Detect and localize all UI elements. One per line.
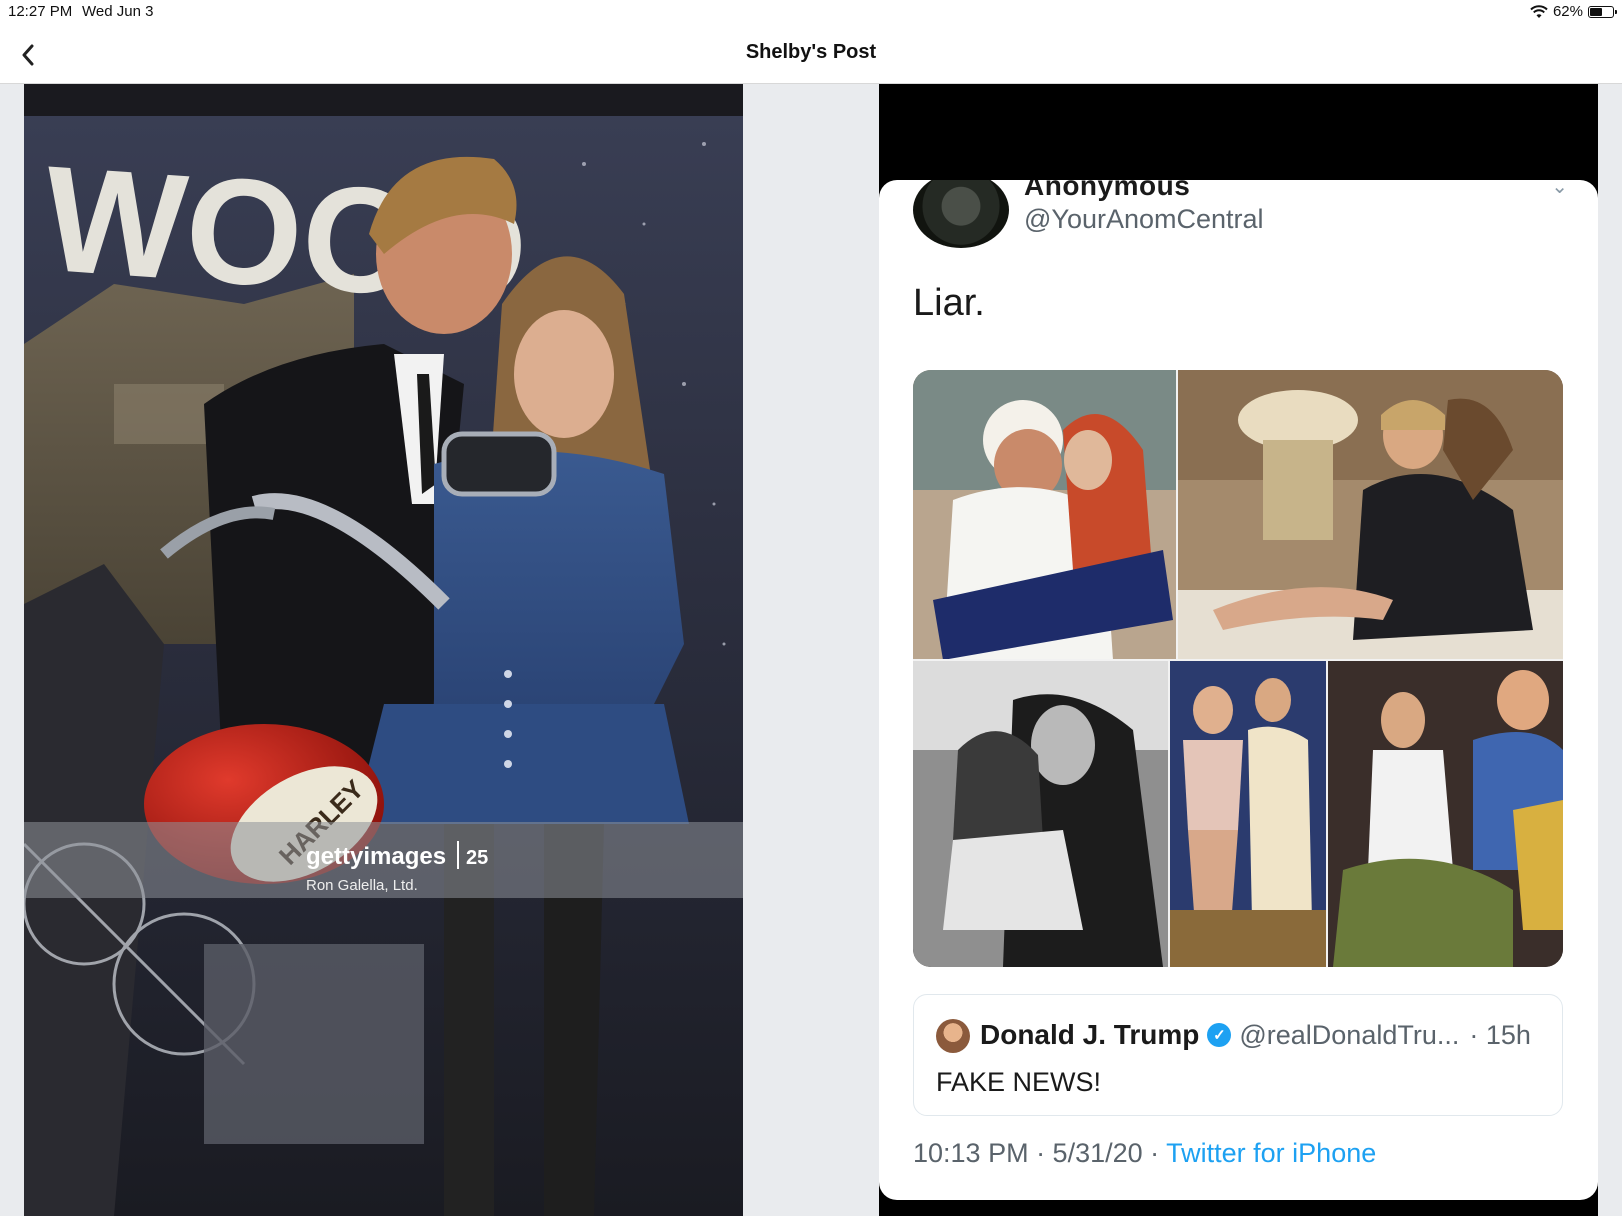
right-photo[interactable]: Anonymous @YourAnomCentral ⌄ Liar. Donal… [879, 84, 1598, 1216]
tweet-text: Liar. [913, 282, 985, 324]
tweet-card: Anonymous @YourAnomCentral ⌄ Liar. Donal… [879, 180, 1598, 1200]
quoted-avatar [936, 1019, 970, 1053]
tweet-source: Twitter for iPhone [1166, 1138, 1377, 1168]
battery-percent: 62% [1552, 3, 1583, 20]
collage-photo-4 [1169, 660, 1327, 967]
collage-photo-3 [913, 660, 1169, 967]
quoted-header: Donald J. Trump ✓ @realDonaldTru... · 15… [980, 1019, 1531, 1051]
post-content: WOOD gettyimages 25 Ron Galella, Ltd. An… [0, 84, 1622, 1216]
status-bar: 12:27 PM Wed Jun 3 62% [0, 0, 1622, 26]
quoted-time: · 15h [1469, 1019, 1531, 1050]
quoted-author-name: Donald J. Trump [980, 1019, 1200, 1050]
left-photo[interactable]: WOOD gettyimages 25 Ron Galella, Ltd. [24, 84, 743, 1216]
quoted-text: FAKE NEWS! [936, 1067, 1102, 1097]
wifi-icon [1530, 4, 1548, 18]
tweet-photo-collage [913, 370, 1563, 967]
photo-credit: Ron Galella, Ltd. [306, 877, 418, 894]
getty-badge: 25 [466, 847, 488, 869]
status-time: 12:27 PM [8, 3, 73, 20]
verified-badge-icon: ✓ [1207, 1023, 1232, 1047]
tweet-meta: 10:13 PM · 5/31/20 · Twitter for iPhone [913, 1138, 1376, 1169]
battery-icon [1588, 5, 1617, 18]
collage-photo-5 [1327, 660, 1563, 967]
quoted-tweet: Donald J. Trump ✓ @realDonaldTru... · 15… [913, 994, 1563, 1116]
collage-photo-1 [913, 370, 1177, 660]
page-title: Shelby's Post [745, 41, 877, 63]
getty-watermark: gettyimages [306, 843, 446, 870]
chevron-down-icon: ⌄ [1551, 180, 1568, 198]
tweet-avatar [913, 180, 1009, 248]
tweet-timestamp: 10:13 PM · 5/31/20 · [913, 1138, 1160, 1168]
left-photo-image: WOOD gettyimages 25 Ron Galella, Ltd. [24, 84, 743, 1216]
collage-photo-2 [1177, 370, 1563, 660]
battery-fill [1590, 7, 1603, 16]
nav-bar: Shelby's Post [0, 26, 1622, 84]
tweet-author-name: Anonymous [1024, 180, 1191, 201]
tweet-author-handle: @YourAnomCentral [1024, 204, 1264, 234]
status-right-cluster: 62% [1530, 3, 1617, 20]
quoted-author-handle: @realDonaldTru... [1239, 1019, 1460, 1050]
status-date: Wed Jun 3 [82, 3, 154, 20]
